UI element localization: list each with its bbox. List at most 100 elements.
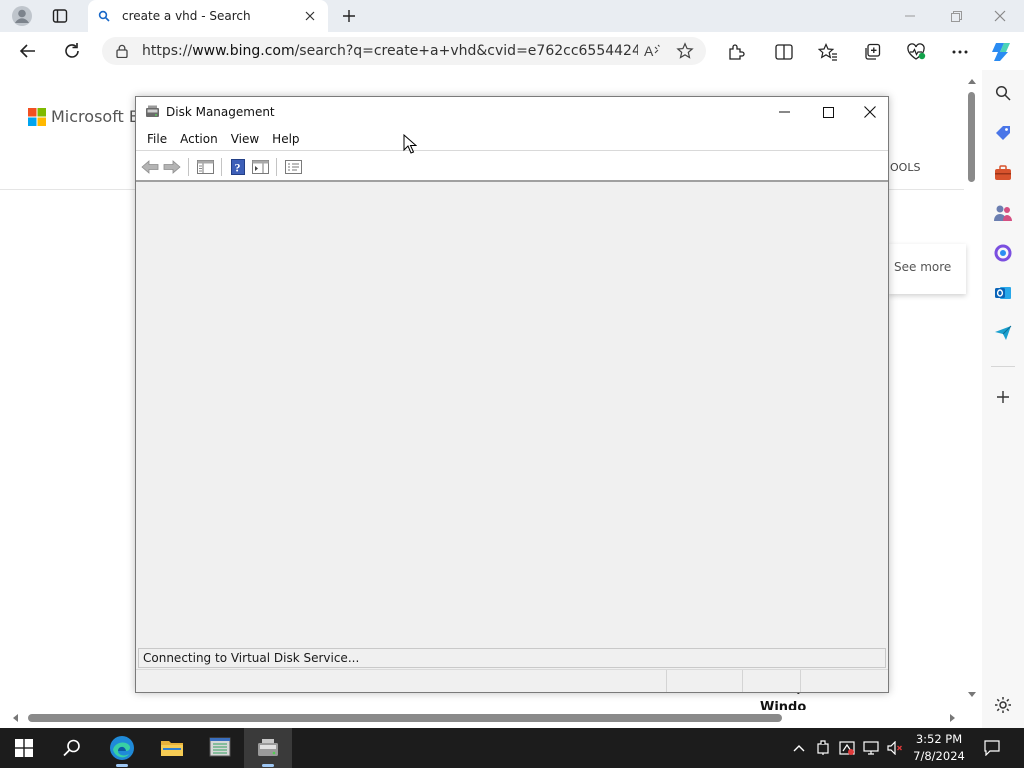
mouse-cursor-icon <box>403 134 417 154</box>
result-title-4[interactable]: Windo <box>760 700 806 710</box>
see-more-card: See more <box>888 244 966 294</box>
browser-essentials-icon[interactable] <box>902 39 930 65</box>
show-hide-console-tree-icon[interactable] <box>194 155 216 179</box>
toolbar-separator-3 <box>276 157 277 176</box>
svg-text:A: A <box>644 43 654 59</box>
add-sidebar-app-icon[interactable] <box>989 384 1017 410</box>
help-icon[interactable]: ? <box>227 155 249 179</box>
menu-action[interactable]: Action <box>175 132 226 146</box>
menu-view[interactable]: View <box>226 132 267 146</box>
tray-device-icon[interactable] <box>812 736 834 760</box>
taskbar-file-explorer-button[interactable] <box>148 728 196 768</box>
dialog-bottom-bar <box>136 669 888 692</box>
windows-taskbar <box>0 728 1024 768</box>
bottom-bar-divider-3 <box>800 670 801 692</box>
close-tab-icon[interactable] <box>298 4 322 28</box>
more-options-icon[interactable] <box>946 39 974 65</box>
network-icon[interactable] <box>860 736 882 760</box>
menu-help[interactable]: Help <box>267 132 307 146</box>
tools-briefcase-icon[interactable] <box>989 160 1017 186</box>
extensions-icon[interactable] <box>722 39 750 65</box>
tab-title: create a vhd - Search <box>122 9 251 23</box>
dialog-titlebar[interactable]: Disk Management <box>136 97 888 127</box>
taskbar-search-button[interactable] <box>48 728 96 768</box>
windows-logo-icon <box>15 739 33 757</box>
split-screen-icon[interactable] <box>770 39 798 65</box>
page-vertical-scrollbar[interactable] <box>964 76 980 704</box>
toolbar-separator <box>188 157 189 176</box>
read-aloud-icon[interactable]: A <box>638 38 668 64</box>
dm-running-indicator <box>262 764 274 767</box>
microsoft365-icon[interactable] <box>989 240 1017 266</box>
send-icon[interactable] <box>989 320 1017 346</box>
dialog-close-icon[interactable] <box>850 97 890 127</box>
close-icon[interactable] <box>986 4 1014 28</box>
minimize-icon[interactable] <box>896 4 924 28</box>
bottom-bar-divider-1 <box>666 670 667 692</box>
refresh-icon[interactable] <box>58 38 86 64</box>
toolbar-forward-icon[interactable] <box>161 155 183 179</box>
taskbar-clock[interactable]: 3:52 PM 7/8/2024 <box>910 731 968 765</box>
volume-muted-icon[interactable] <box>884 736 906 760</box>
dialog-content-area <box>136 180 888 648</box>
sidebar-settings-icon[interactable] <box>989 692 1017 718</box>
favorites-icon[interactable] <box>814 39 842 65</box>
nav-tools-link[interactable]: OOLS <box>890 161 920 174</box>
scroll-up-icon[interactable] <box>967 78 977 84</box>
page-horizontal-scrollbar[interactable] <box>8 710 964 726</box>
svg-text:?: ? <box>235 160 241 174</box>
hscroll-thumb[interactable] <box>28 714 782 722</box>
taskbar-edge-button[interactable] <box>98 728 146 768</box>
copilot-icon[interactable] <box>988 38 1016 66</box>
sidebar-search-icon[interactable] <box>989 80 1017 106</box>
lock-icon[interactable] <box>116 44 128 58</box>
restore-icon[interactable] <box>942 4 970 28</box>
url-path: /search?q=create+a+vhd&cvid=e762cc655442… <box>294 43 638 59</box>
sidebar-divider <box>991 366 1015 367</box>
dialog-title: Disk Management <box>166 105 275 119</box>
notifications-icon[interactable] <box>978 736 1006 760</box>
search-icon <box>98 10 110 22</box>
taskbar-mmc-button[interactable] <box>196 728 244 768</box>
console-icon <box>209 737 231 757</box>
dialog-minimize-icon[interactable] <box>762 97 806 127</box>
tab-actions-icon[interactable] <box>46 4 74 28</box>
status-text: Connecting to Virtual Disk Service... <box>143 651 360 665</box>
scroll-down-icon[interactable] <box>967 692 977 698</box>
disk-management-window: Disk Management File Action View Help ? <box>135 96 889 693</box>
shopping-tag-icon[interactable] <box>989 120 1017 146</box>
show-hidden-icons-icon[interactable] <box>788 736 810 760</box>
clock-time: 3:52 PM <box>915 732 963 746</box>
bottom-bar-divider-2 <box>742 670 743 692</box>
url-host: www.bing.com <box>192 43 295 59</box>
dialog-maximize-icon[interactable] <box>806 97 850 127</box>
new-tab-icon[interactable] <box>336 4 362 28</box>
toolbar-back-icon[interactable] <box>139 155 161 179</box>
menu-file[interactable]: File <box>142 132 175 146</box>
disk-management-app-icon <box>146 105 159 117</box>
address-bar[interactable]: https://www.bing.com/search?q=create+a+v… <box>102 37 706 65</box>
profile-icon[interactable] <box>8 4 36 28</box>
dialog-status-bar: Connecting to Virtual Disk Service... <box>138 648 886 668</box>
back-icon[interactable] <box>14 38 42 64</box>
edge-icon <box>110 736 134 760</box>
scroll-thumb[interactable] <box>968 92 975 182</box>
see-more-link[interactable]: See more <box>894 260 951 274</box>
disk-management-taskbar-icon <box>258 739 278 756</box>
start-button[interactable] <box>0 728 48 768</box>
url-text[interactable]: https://www.bing.com/search?q=create+a+v… <box>142 43 638 59</box>
scroll-left-icon[interactable] <box>12 713 18 723</box>
favorite-star-icon[interactable] <box>668 38 702 64</box>
collections-icon[interactable] <box>858 39 886 65</box>
taskbar-disk-management-button[interactable] <box>244 728 292 768</box>
scroll-right-icon[interactable] <box>950 713 956 723</box>
tab-bing-search[interactable]: create a vhd - Search <box>88 0 328 32</box>
browser-tab-bar: create a vhd - Search <box>0 0 1024 32</box>
tray-security-icon[interactable] <box>836 736 858 760</box>
properties-icon[interactable] <box>282 155 304 179</box>
people-icon[interactable] <box>989 200 1017 226</box>
show-hide-action-pane-icon[interactable] <box>249 155 271 179</box>
edge-sidebar <box>982 70 1024 728</box>
outlook-icon[interactable] <box>989 280 1017 306</box>
microsoft-logo-icon <box>28 107 46 126</box>
